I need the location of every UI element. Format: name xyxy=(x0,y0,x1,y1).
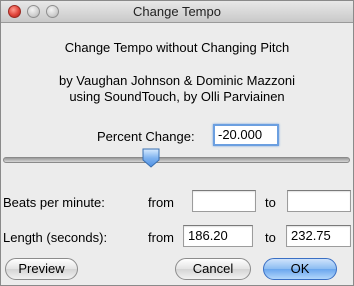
percent-change-input[interactable]: -20.000 xyxy=(213,124,279,146)
effect-description: Change Tempo without Changing Pitch xyxy=(64,40,290,55)
percent-change-slider-track[interactable] xyxy=(3,157,350,163)
length-from-input[interactable]: 186.20 xyxy=(183,225,253,247)
change-tempo-dialog: Change Tempo Change Tempo without Changi… xyxy=(0,0,354,286)
bpm-label: Beats per minute: xyxy=(3,195,105,210)
credits-line-2: using SoundTouch, by Olli Parviainen xyxy=(69,89,285,104)
length-to-input[interactable]: 232.75 xyxy=(286,225,351,247)
percent-change-slider-thumb[interactable] xyxy=(142,148,160,168)
window-title: Change Tempo xyxy=(133,4,221,19)
bpm-from-input[interactable] xyxy=(192,190,256,212)
cancel-button[interactable]: Cancel xyxy=(175,258,251,280)
title-bar: Change Tempo xyxy=(1,1,353,23)
preview-button[interactable]: Preview xyxy=(5,258,78,280)
bpm-to-label: to xyxy=(265,195,276,210)
bpm-to-input[interactable] xyxy=(287,190,351,212)
length-label: Length (seconds): xyxy=(3,230,108,245)
ok-button[interactable]: OK xyxy=(263,258,337,280)
percent-change-label: Percent Change: xyxy=(97,129,195,144)
length-from-label: from xyxy=(148,230,174,245)
bpm-from-label: from xyxy=(148,195,174,210)
length-to-label: to xyxy=(265,230,276,245)
credits-line-1: by Vaughan Johnson & Dominic Mazzoni xyxy=(58,73,296,88)
